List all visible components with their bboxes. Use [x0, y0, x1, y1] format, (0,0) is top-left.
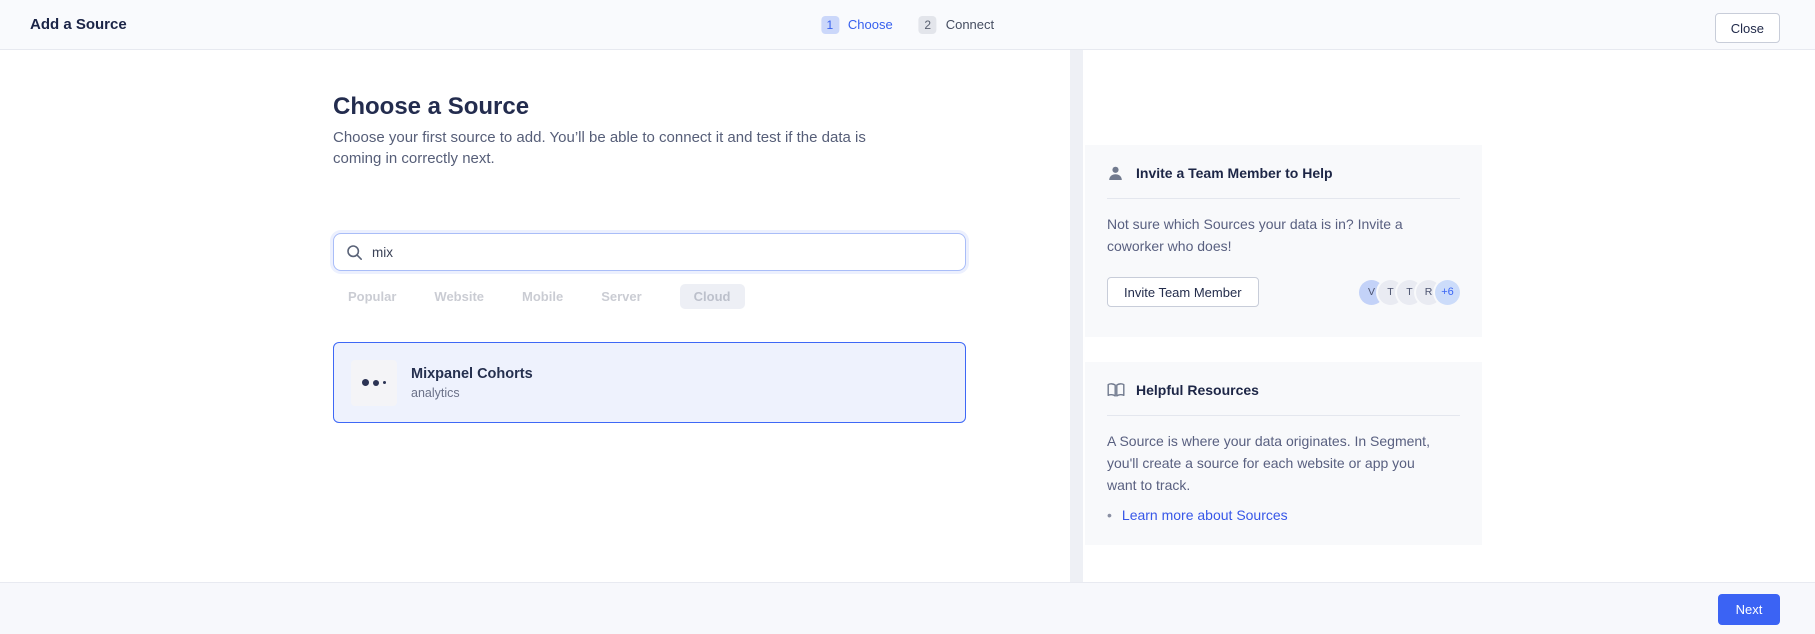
divider — [1107, 415, 1460, 416]
book-icon — [1107, 382, 1124, 399]
bullet-icon: • — [1107, 505, 1112, 525]
wizard-steps: 1 Choose 2 Connect — [821, 16, 994, 34]
close-button[interactable]: Close — [1715, 13, 1780, 43]
helpful-resources-panel: Helpful Resources A Source is where your… — [1085, 362, 1482, 545]
source-filter-tabs: Popular Website Mobile Server Cloud — [348, 284, 745, 309]
invite-panel-title: Invite a Team Member to Help — [1136, 165, 1333, 181]
step-connect-number: 2 — [919, 16, 937, 34]
scrollbar-track[interactable] — [1070, 50, 1083, 582]
page-heading: Choose a Source — [333, 93, 529, 121]
tab-popular[interactable]: Popular — [348, 284, 396, 309]
invite-row: Invite Team Member V T T R +6 — [1107, 277, 1460, 307]
invite-panel-body: Not sure which Sources your data is in? … — [1107, 213, 1437, 257]
page-description: Choose your first source to add. You’ll … — [333, 127, 908, 169]
source-category: analytics — [411, 385, 533, 401]
modal-header: Add a Source 1 Choose 2 Connect Close — [0, 0, 1815, 50]
step-connect-label: Connect — [946, 17, 994, 32]
search-input[interactable] — [372, 245, 953, 260]
step-choose-label: Choose — [848, 17, 893, 32]
next-button[interactable]: Next — [1718, 594, 1780, 625]
step-choose-number: 1 — [821, 16, 839, 34]
learn-more-sources-link[interactable]: Learn more about Sources — [1122, 505, 1288, 525]
source-text: Mixpanel Cohorts analytics — [411, 365, 533, 401]
person-icon — [1107, 165, 1124, 182]
avatar-overflow-badge: +6 — [1435, 280, 1460, 305]
tab-server[interactable]: Server — [601, 284, 641, 309]
invite-panel: Invite a Team Member to Help Not sure wh… — [1085, 145, 1482, 337]
source-name: Mixpanel Cohorts — [411, 365, 533, 383]
tab-website[interactable]: Website — [434, 284, 484, 309]
source-search[interactable] — [333, 233, 966, 271]
source-result-mixpanel-cohorts[interactable]: Mixpanel Cohorts analytics — [333, 342, 966, 423]
tab-mobile[interactable]: Mobile — [522, 284, 563, 309]
invite-team-member-button[interactable]: Invite Team Member — [1107, 277, 1259, 307]
step-choose: 1 Choose — [821, 16, 893, 34]
tab-cloud[interactable]: Cloud — [680, 284, 745, 309]
team-avatar-stack: V T T R +6 — [1359, 280, 1460, 305]
resource-link-item: • Learn more about Sources — [1107, 505, 1460, 525]
page-title: Add a Source — [30, 16, 127, 33]
invite-panel-header: Invite a Team Member to Help — [1107, 163, 1460, 183]
search-icon — [346, 244, 363, 261]
resources-panel-title: Helpful Resources — [1136, 382, 1259, 398]
mixpanel-logo-icon — [351, 360, 397, 406]
step-connect: 2 Connect — [919, 16, 994, 34]
resources-panel-header: Helpful Resources — [1107, 380, 1460, 400]
modal-footer: Next — [0, 582, 1815, 634]
divider — [1107, 198, 1460, 199]
resources-panel-body: A Source is where your data originates. … — [1107, 430, 1447, 496]
